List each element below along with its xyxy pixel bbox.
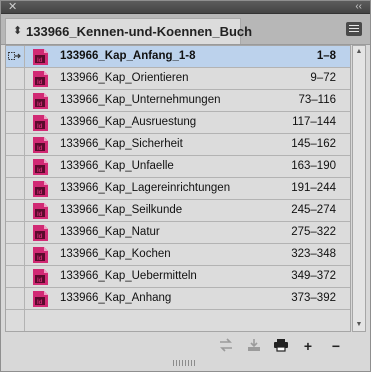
status-cell bbox=[6, 134, 25, 155]
svg-text:Id: Id bbox=[37, 278, 43, 284]
indesign-document-icon: Id bbox=[33, 181, 48, 197]
status-cell bbox=[6, 266, 25, 287]
chevron-updown-icon: ⬍ bbox=[13, 25, 23, 37]
document-row[interactable]: Id 133966_Kap_Sicherheit 145–162 bbox=[6, 134, 350, 156]
indesign-document-icon: Id bbox=[33, 225, 48, 241]
document-row[interactable]: Id 133966_Kap_Unternehmungen 73–116 bbox=[6, 90, 350, 112]
svg-text:Id: Id bbox=[37, 234, 43, 240]
indesign-document-icon: Id bbox=[33, 203, 48, 219]
svg-text:Id: Id bbox=[37, 146, 43, 152]
page-range: 373–392 bbox=[291, 292, 336, 304]
tab-row: ⬍ 133966_Kennen-und-Koennen_Buch bbox=[1, 14, 370, 45]
indesign-document-icon: Id bbox=[33, 269, 48, 285]
document-row[interactable]: Id 133966_Kap_Kochen 323–348 bbox=[6, 244, 350, 266]
book-panel: ✕ ‹‹ ⬍ 133966_Kennen-und-Koennen_Buch Id… bbox=[0, 0, 371, 372]
svg-text:Id: Id bbox=[37, 190, 43, 196]
document-row[interactable]: Id 133966_Kap_Orientieren 9–72 bbox=[6, 68, 350, 90]
status-cell bbox=[6, 200, 25, 221]
status-cell bbox=[6, 90, 25, 111]
indesign-document-icon: Id bbox=[33, 115, 48, 131]
page-range: 73–116 bbox=[298, 94, 336, 106]
scroll-up-icon[interactable]: ▲ bbox=[353, 46, 365, 58]
synchronize-icon[interactable] bbox=[217, 338, 235, 354]
page-range: 117–144 bbox=[292, 116, 336, 128]
indesign-document-icon: Id bbox=[33, 291, 48, 307]
svg-text:Id: Id bbox=[37, 124, 43, 130]
document-name: 133966_Kap_Orientieren bbox=[60, 72, 189, 84]
document-name: 133966_Kap_Natur bbox=[60, 226, 160, 238]
bottom-toolbar: + − bbox=[1, 333, 370, 361]
page-range: 323–348 bbox=[291, 248, 336, 260]
panel-menu-icon[interactable] bbox=[346, 22, 362, 36]
remove-document-button[interactable]: − bbox=[327, 338, 345, 354]
indesign-document-icon: Id bbox=[33, 159, 48, 175]
add-document-button[interactable]: + bbox=[299, 338, 317, 354]
page-range: 349–372 bbox=[291, 270, 336, 282]
status-cell bbox=[6, 178, 25, 199]
scrollbar[interactable]: ▲ ▼ bbox=[352, 45, 366, 332]
indesign-document-icon: Id bbox=[33, 137, 48, 153]
page-range: 145–162 bbox=[291, 138, 336, 150]
resize-grip[interactable] bbox=[173, 360, 197, 366]
svg-text:Id: Id bbox=[37, 300, 43, 306]
document-name: 133966_Kap_Ausruestung bbox=[60, 116, 197, 128]
empty-row bbox=[6, 310, 350, 331]
close-icon[interactable]: ✕ bbox=[8, 0, 17, 14]
svg-text:Id: Id bbox=[37, 212, 43, 218]
svg-text:Id: Id bbox=[37, 58, 43, 64]
svg-text:Id: Id bbox=[37, 80, 43, 86]
document-row[interactable]: Id 133966_Kap_Unfaelle 163–190 bbox=[6, 156, 350, 178]
document-row[interactable]: Id 133966_Kap_Anhang 373–392 bbox=[6, 288, 350, 310]
indesign-document-icon: Id bbox=[33, 93, 48, 109]
document-row[interactable]: Id 133966_Kap_Natur 275–322 bbox=[6, 222, 350, 244]
status-cell bbox=[6, 310, 25, 331]
document-row[interactable]: Id 133966_Kap_Anfang_1-8 1–8 bbox=[6, 46, 350, 68]
document-name: 133966_Kap_Anhang bbox=[60, 292, 172, 304]
status-cell bbox=[6, 156, 25, 177]
status-cell bbox=[6, 46, 25, 67]
svg-text:Id: Id bbox=[37, 256, 43, 262]
indesign-document-icon: Id bbox=[33, 71, 48, 87]
status-cell bbox=[6, 288, 25, 309]
document-name: 133966_Kap_Lagereinrichtungen bbox=[60, 182, 231, 194]
indesign-document-icon: Id bbox=[33, 49, 48, 65]
book-tab[interactable]: ⬍ 133966_Kennen-und-Koennen_Buch bbox=[5, 18, 252, 44]
status-cell bbox=[6, 68, 25, 89]
status-cell bbox=[6, 244, 25, 265]
save-book-icon[interactable] bbox=[245, 338, 263, 354]
document-row[interactable]: Id 133966_Kap_Ausruestung 117–144 bbox=[6, 112, 350, 134]
indesign-document-icon: Id bbox=[33, 247, 48, 263]
page-range: 245–274 bbox=[291, 204, 336, 216]
document-name: 133966_Kap_Unternehmungen bbox=[60, 94, 221, 106]
page-range: 9–72 bbox=[310, 72, 336, 84]
panel-titlebar: ✕ ‹‹ bbox=[1, 1, 370, 14]
document-name: 133966_Kap_Unfaelle bbox=[60, 160, 174, 172]
document-name: 133966_Kap_Uebermitteln bbox=[60, 270, 197, 282]
document-row[interactable]: Id 133966_Kap_Uebermitteln 349–372 bbox=[6, 266, 350, 288]
document-name: 133966_Kap_Anfang_1-8 bbox=[60, 50, 196, 62]
document-name: 133966_Kap_Seilkunde bbox=[60, 204, 183, 216]
sync-source-icon bbox=[8, 52, 21, 60]
page-range: 1–8 bbox=[316, 50, 336, 62]
document-name: 133966_Kap_Kochen bbox=[60, 248, 171, 260]
document-name: 133966_Kap_Sicherheit bbox=[60, 138, 183, 150]
document-row[interactable]: Id 133966_Kap_Lagereinrichtungen 191–244 bbox=[6, 178, 350, 200]
collapse-icon[interactable]: ‹‹ bbox=[355, 0, 362, 14]
svg-text:Id: Id bbox=[37, 168, 43, 174]
book-title: 133966_Kennen-und-Koennen_Buch bbox=[26, 24, 253, 39]
status-cell bbox=[6, 222, 25, 243]
svg-text:Id: Id bbox=[37, 102, 43, 108]
page-range: 163–190 bbox=[291, 160, 336, 172]
page-range: 191–244 bbox=[291, 182, 336, 194]
print-icon[interactable] bbox=[272, 338, 290, 354]
status-cell bbox=[6, 112, 25, 133]
document-row[interactable]: Id 133966_Kap_Seilkunde 245–274 bbox=[6, 200, 350, 222]
document-list: Id 133966_Kap_Anfang_1-8 1–8 Id 133966_Kap_O… bbox=[5, 45, 351, 332]
scroll-down-icon[interactable]: ▼ bbox=[353, 319, 365, 331]
page-range: 275–322 bbox=[291, 226, 336, 238]
